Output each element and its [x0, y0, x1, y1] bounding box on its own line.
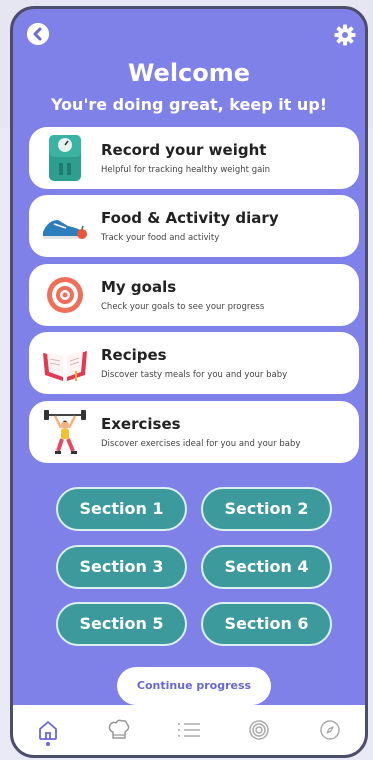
card-exercises[interactable]: Exercises Discover exercises ideal for y… — [29, 401, 359, 463]
nav-recipes[interactable] — [103, 714, 135, 746]
gear-icon — [334, 24, 356, 46]
list-icon — [177, 723, 200, 737]
card-description: Discover exercises ideal for you and you… — [101, 439, 301, 449]
nav-list[interactable] — [173, 714, 205, 746]
section-5-button[interactable]: Section 5 — [56, 602, 187, 646]
section-6-button[interactable]: Section 6 — [201, 602, 332, 646]
sneaker-icon — [37, 198, 93, 254]
card-food-activity[interactable]: Food & Activity diary Track your food an… — [29, 195, 359, 257]
target-icon — [37, 267, 93, 323]
nav-goals[interactable] — [243, 714, 275, 746]
card-title: Record your weight — [101, 141, 267, 159]
card-description: Check your goals to see your progress — [101, 302, 265, 312]
card-description: Track your food and activity — [101, 233, 220, 243]
continue-progress-button[interactable]: Continue progress — [117, 667, 271, 705]
weightlifter-icon — [37, 404, 93, 460]
card-recipes[interactable]: Recipes Discover tasty meals for you and… — [29, 332, 359, 394]
target-icon — [249, 720, 270, 740]
card-description: Discover tasty meals for you and your ba… — [101, 370, 288, 380]
section-1-button[interactable]: Section 1 — [56, 487, 187, 531]
recipe-book-icon — [37, 335, 93, 391]
settings-button[interactable] — [333, 23, 357, 47]
home-icon — [39, 721, 58, 740]
card-title: Food & Activity diary — [101, 209, 279, 227]
phone-frame: Welcome You're doing great, keep it up! … — [10, 6, 368, 758]
page-subtitle: You're doing great, keep it up! — [50, 95, 328, 114]
chevron-left-icon — [27, 23, 49, 45]
scale-icon — [37, 130, 93, 186]
card-title: Recipes — [101, 346, 167, 364]
page-title: Welcome — [127, 59, 251, 87]
section-2-button[interactable]: Section 2 — [201, 487, 332, 531]
chef-hat-icon — [108, 719, 129, 739]
card-title: My goals — [101, 278, 177, 296]
card-my-goals[interactable]: My goals Check your goals to see your pr… — [29, 264, 359, 326]
compass-icon — [320, 720, 340, 740]
back-button[interactable] — [27, 23, 49, 45]
section-4-button[interactable]: Section 4 — [201, 545, 332, 589]
card-description: Helpful for tracking healthy weight gain — [101, 165, 271, 175]
nav-explore[interactable] — [314, 714, 346, 746]
bottom-nav — [13, 705, 365, 755]
section-3-button[interactable]: Section 3 — [56, 545, 187, 589]
card-record-weight[interactable]: Record your weight Helpful for tracking … — [29, 127, 359, 189]
nav-home[interactable] — [32, 714, 64, 746]
active-indicator — [46, 742, 51, 746]
card-title: Exercises — [101, 415, 181, 433]
